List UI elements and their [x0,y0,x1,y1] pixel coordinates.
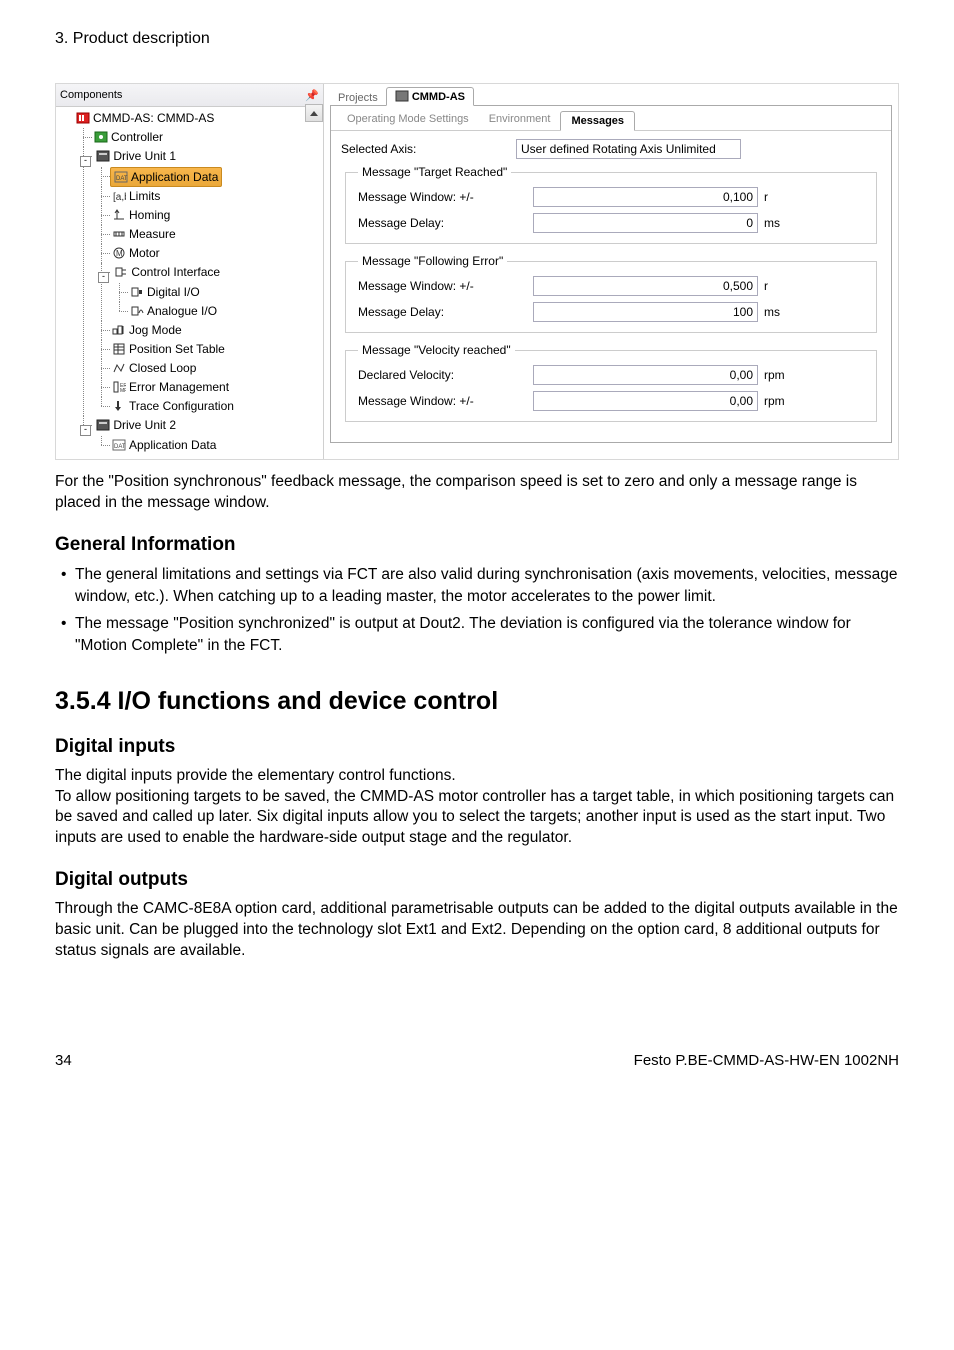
group-target-reached: Message "Target Reached" Message Window:… [345,165,877,244]
tree-drive-1[interactable]: Drive Unit 1 [113,149,176,163]
tree-controller[interactable]: Controller [111,130,163,144]
vr-declared-label: Declared Velocity: [358,368,533,382]
tree-closed-loop[interactable]: Closed Loop [129,361,196,375]
project-icon [76,111,90,125]
vr-window-unit: rpm [764,394,794,408]
expander-minus-2[interactable]: - [98,272,109,283]
tree-root[interactable]: CMMD-AS: CMMD-AS [93,111,214,125]
selected-axis-field[interactable] [516,139,741,159]
tree-appdata-2[interactable]: Application Data [129,438,216,452]
subtab-operating-mode[interactable]: Operating Mode Settings [337,110,479,130]
trace-icon [112,399,126,413]
svg-text:DAT: DAT [116,176,128,182]
group-following-error: Message "Following Error" Message Window… [345,254,877,333]
pst-icon [112,342,126,356]
tr-delay-label: Message Delay: [358,216,533,230]
tree-appdata[interactable]: Application Data [131,170,218,184]
li-general-2: The message "Position synchronized" is o… [75,613,899,656]
tab-projects[interactable]: Projects [330,90,386,106]
controller-icon [94,130,108,144]
fe-delay-unit: ms [764,305,794,319]
heading-digital-inputs: Digital inputs [55,736,899,758]
selected-axis-label: Selected Axis: [341,142,516,156]
footer-right: Festo P.BE-CMMD-AS-HW-EN 1002NH [634,1052,899,1069]
vr-declared-unit: rpm [764,368,794,382]
tree-limits[interactable]: Limits [129,189,160,203]
svg-text:M: M [116,249,123,258]
tree-control-interface[interactable]: Control Interface [131,265,220,279]
jog-icon [112,323,126,337]
tree-position-set-table[interactable]: Position Set Table [129,342,225,356]
tree-trace[interactable]: Trace Configuration [129,399,234,413]
tr-window-label: Message Window: +/- [358,190,533,204]
tree-analogue-io[interactable]: Analogue I/O [147,304,217,318]
group-target-legend: Message "Target Reached" [358,165,511,179]
app-window: Components 📌 CMMD-AS: CMMD-AS [55,83,899,460]
digio-icon [130,285,144,299]
tr-delay-input[interactable] [533,213,758,233]
tree-homing[interactable]: Homing [129,208,170,222]
fe-delay-label: Message Delay: [358,305,533,319]
heading-digital-outputs: Digital outputs [55,869,899,891]
page-header: 3. Product description [55,30,899,48]
measure-icon [112,227,126,241]
anaio-icon [130,304,144,318]
fe-window-input[interactable] [533,276,758,296]
group-velocity-reached: Message "Velocity reached" Declared Velo… [345,343,877,422]
ci-icon [114,265,128,279]
sub-tabstrip: Operating Mode Settings Environment Mess… [331,106,891,131]
limits-icon: [a,b] [112,189,126,203]
tr-window-input[interactable] [533,187,758,207]
errmgmt-icon: ERMR [112,380,126,394]
tab-device[interactable]: CMMD-AS [386,87,474,106]
subtab-messages[interactable]: Messages [560,111,635,131]
fe-window-label: Message Window: +/- [358,279,533,293]
pin-icon[interactable]: 📌 [305,89,319,102]
homing-icon [112,208,126,222]
tree-measure[interactable]: Measure [129,227,176,241]
fe-delay-input[interactable] [533,302,758,322]
motor-icon: M [112,246,126,260]
top-tabstrip: Projects CMMD-AS [330,86,892,106]
fe-window-unit: r [764,279,794,293]
heading-354: 3.5.4 I/O functions and device control [55,687,899,716]
p-synchronous: For the "Position synchronous" feedback … [55,472,899,514]
expander-minus-3[interactable]: - [80,425,91,436]
svg-text:DAT: DAT [114,444,126,450]
expander-minus[interactable]: - [80,156,91,167]
tree-jog[interactable]: Jog Mode [129,323,182,337]
closed-icon [112,361,126,375]
components-pane: Components 📌 CMMD-AS: CMMD-AS [56,84,323,459]
tree-motor[interactable]: Motor [129,246,160,260]
components-title: Components [60,89,122,101]
li-general-1: The general limitations and settings via… [75,564,899,607]
device-tab-icon [395,90,409,102]
vr-window-label: Message Window: +/- [358,394,533,408]
components-tree[interactable]: CMMD-AS: CMMD-AS Controller - [56,107,323,459]
p-digital-inputs: The digital inputs provide the elementar… [55,766,899,850]
tree-drive-2[interactable]: Drive Unit 2 [113,418,176,432]
group-velocity-legend: Message "Velocity reached" [358,343,515,357]
svg-text:MR: MR [120,388,126,394]
vr-declared-input[interactable] [533,365,758,385]
p-digital-outputs: Through the CAMC-8E8A option card, addit… [55,899,899,962]
drive-icon-2 [96,418,110,432]
tr-window-unit: r [764,190,794,204]
drive-icon [96,149,110,163]
tr-delay-unit: ms [764,216,794,230]
appdata-icon: DAT [114,170,128,184]
tree-digital-io[interactable]: Digital I/O [147,285,200,299]
vr-window-input[interactable] [533,391,758,411]
appdata-icon-2: DAT [112,438,126,452]
group-following-legend: Message "Following Error" [358,254,507,268]
heading-general-info: General Information [55,534,899,556]
subtab-environment[interactable]: Environment [479,110,561,130]
tree-error-mgmt[interactable]: Error Management [129,380,229,394]
svg-text:[a,b]: [a,b] [113,192,126,203]
page-number: 34 [55,1052,72,1069]
